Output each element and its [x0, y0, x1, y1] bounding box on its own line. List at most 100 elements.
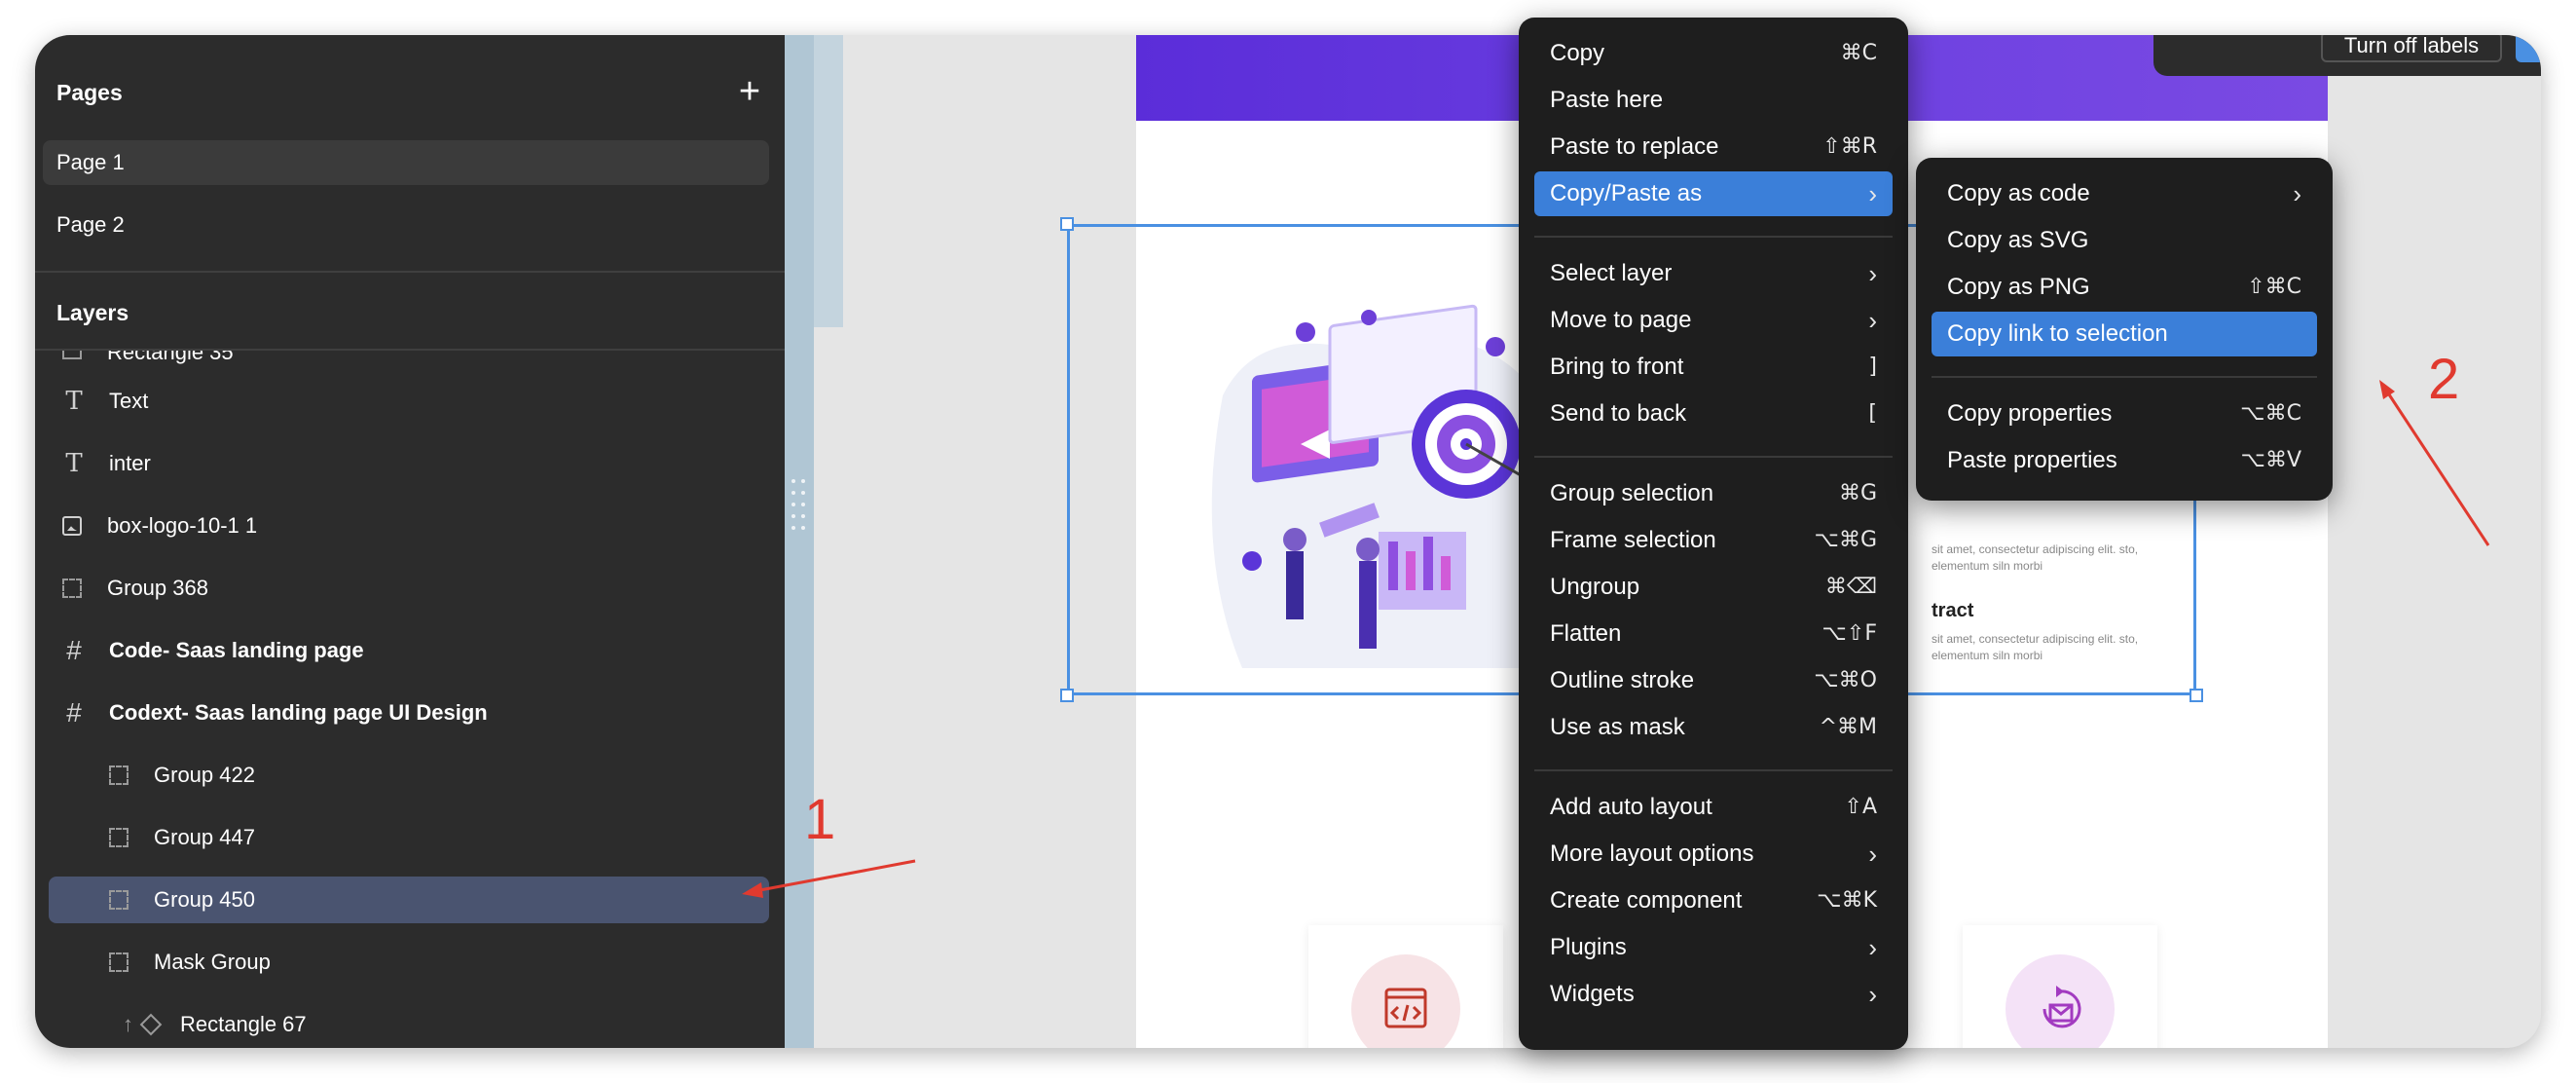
menu-item-shortcut: ⌘C [1840, 41, 1877, 65]
page-item-page-1[interactable]: Page 1 [43, 140, 769, 185]
layer-row[interactable]: box-logo-10-1 1 [49, 503, 769, 549]
drag-dots-icon [791, 479, 805, 530]
menu-item-label: Frame selection [1550, 527, 1716, 553]
submenu-item-copy-as-png[interactable]: Copy as PNG ⇧⌘C [1932, 265, 2317, 310]
menu-item-shortcut: ⌥⌘V [2240, 448, 2301, 472]
submenu-item-copy-link-to-selection[interactable]: Copy link to selection [1932, 312, 2317, 356]
menu-item-select-layer[interactable]: Select layer › [1534, 251, 1893, 296]
chevron-right-icon: › [1868, 306, 1877, 335]
menu-item-more-layout-options[interactable]: More layout options › [1534, 832, 1893, 877]
menu-item-copy[interactable]: Copy ⌘C [1534, 31, 1893, 76]
menu-item-label: Create component [1550, 887, 1743, 914]
annotation-number-1: 1 [804, 788, 836, 851]
canvas-side-strip-top [814, 35, 843, 327]
submenu-item-copy-properties[interactable]: Copy properties ⌥⌘C [1932, 392, 2317, 436]
layer-label: box-logo-10-1 1 [107, 513, 258, 538]
menu-item-label: Copy link to selection [1947, 320, 2168, 347]
context-menu[interactable]: Copy ⌘C Paste here Paste to replace ⇧⌘R Co… [1519, 18, 1908, 1050]
menu-item-frame-selection[interactable]: Frame selection ⌥⌘G [1534, 518, 1893, 563]
menu-item-paste-here[interactable]: Paste here [1534, 78, 1893, 123]
menu-item-add-auto-layout[interactable]: Add auto layout ⇧A [1534, 785, 1893, 830]
menu-item-bring-to-front[interactable]: Bring to front] [1534, 345, 1893, 390]
menu-item-label: Paste properties [1947, 447, 2117, 473]
menu-item-label: Copy [1550, 40, 1605, 66]
menu-item-paste-to-replace[interactable]: Paste to replace ⇧⌘R [1534, 125, 1893, 169]
menu-item-ungroup[interactable]: Ungroup ⌘⌫ [1534, 565, 1893, 610]
menu-item-copy-paste-as[interactable]: Copy/Paste as › [1534, 171, 1893, 216]
layer-row[interactable]: ↑ Rectangle 67 [49, 1001, 769, 1048]
menu-item-shortcut: [ [1868, 401, 1877, 426]
page-item-page-2[interactable]: Page 2 [43, 203, 769, 247]
menu-item-shortcut: ⇧⌘R [1822, 134, 1877, 159]
layer-label: Group 447 [154, 825, 255, 849]
plus-icon[interactable]: + [728, 72, 771, 115]
submenu-item-copy-as-code[interactable]: Copy as code › [1932, 171, 2317, 216]
menu-item-label: Flatten [1550, 620, 1622, 647]
group-icon [109, 952, 129, 972]
turn-off-labels-button[interactable]: Turn off labels [2321, 35, 2502, 62]
menu-item-shortcut: ⇧A [1844, 795, 1877, 819]
layers-list[interactable]: Rectangle 35 T Text T inter box-logo-10-… [35, 351, 785, 1048]
layer-row[interactable]: # Codext- Saas landing page UI Design [49, 690, 769, 736]
menu-item-widgets[interactable]: Widgets › [1534, 972, 1893, 1017]
feature-card[interactable] [1963, 925, 2157, 1048]
menu-item-label: Copy properties [1947, 400, 2113, 427]
layer-row[interactable]: Group 368 [49, 565, 769, 612]
group-icon [109, 766, 129, 785]
submenu-item-copy-as-svg[interactable]: Copy as SVG [1932, 218, 2317, 263]
annotation-number-2: 2 [2428, 348, 2460, 411]
menu-item-label: More layout options [1550, 840, 1754, 867]
menu-item-shortcut: ⇧⌘C [2247, 275, 2301, 299]
menu-item-shortcut: ⌘G [1838, 481, 1877, 505]
menu-item-move-to-page[interactable]: Move to page › [1534, 298, 1893, 343]
layer-row-selected[interactable]: Group 450 [49, 877, 769, 923]
resize-handle-bottom-right[interactable] [2190, 689, 2203, 702]
menu-item-send-to-back[interactable]: Send to back [ [1534, 392, 1893, 436]
image-icon [62, 516, 82, 536]
mail-refresh-icon [2006, 954, 2115, 1048]
layer-row[interactable]: Rectangle 35 [49, 351, 769, 376]
menu-item-create-component[interactable]: Create component ⌥⌘K [1534, 878, 1893, 923]
menu-item-flatten[interactable]: Flatten ⌥⇧F [1534, 612, 1893, 656]
layer-row[interactable]: Mask Group [49, 939, 769, 986]
menu-item-shortcut: ⌥⇧F [1822, 621, 1877, 646]
menu-item-outline-stroke[interactable]: Outline stroke ⌥⌘O [1534, 658, 1893, 703]
menu-item-use-as-mask[interactable]: Use as mask ^⌘M [1534, 705, 1893, 750]
menu-item-label: Send to back [1550, 400, 1687, 427]
menu-item-plugins[interactable]: Plugins › [1534, 925, 1893, 970]
resize-handle-top-left[interactable] [1060, 217, 1074, 231]
layers-header: Layers [56, 300, 129, 325]
menu-item-group-selection[interactable]: Group selection ⌘G [1534, 471, 1893, 516]
frame-icon: # [66, 697, 82, 728]
menu-item-shortcut: ⌥⌘K [1817, 888, 1877, 913]
text-icon: T [65, 387, 83, 416]
layer-row[interactable]: T inter [49, 440, 769, 487]
chevron-right-icon: › [1868, 259, 1877, 288]
menu-item-shortcut: ] [1868, 355, 1877, 379]
resize-handle-bottom-left[interactable] [1060, 689, 1074, 702]
menu-item-label: Outline stroke [1550, 667, 1695, 693]
menu-separator [1534, 769, 1893, 771]
left-panel: Pages + Page 1 Page 2 Layers Rectangle 3… [35, 35, 785, 1048]
menu-item-label: Copy as SVG [1947, 227, 2089, 253]
menu-item-label: Bring to front [1550, 354, 1684, 380]
layer-label: Text [109, 389, 149, 413]
submenu-item-paste-properties[interactable]: Paste properties ⌥⌘V [1932, 438, 2317, 483]
layer-label: Group 422 [154, 763, 255, 787]
menu-item-label: Widgets [1550, 981, 1635, 1007]
code-icon [1351, 954, 1460, 1048]
layer-row[interactable]: Group 422 [49, 752, 769, 799]
toolbar-accent-button[interactable] [2516, 35, 2541, 62]
menu-item-shortcut: ⌥⌘G [1814, 528, 1877, 552]
layer-label: inter [109, 451, 151, 475]
layer-row[interactable]: # Code- Saas landing page [49, 627, 769, 674]
layer-row[interactable]: Group 447 [49, 814, 769, 861]
copy-paste-as-submenu[interactable]: Copy as code › Copy as SVG Copy as PNG ⇧⌘C… [1916, 158, 2333, 501]
feature-card[interactable] [1308, 925, 1503, 1048]
layer-row[interactable]: T Text [49, 378, 769, 425]
divider [35, 271, 785, 273]
menu-separator [1534, 236, 1893, 238]
menu-item-shortcut: ⌥⌘C [2240, 401, 2301, 426]
chevron-right-icon: › [2293, 179, 2301, 208]
chevron-right-icon: › [1868, 933, 1877, 962]
